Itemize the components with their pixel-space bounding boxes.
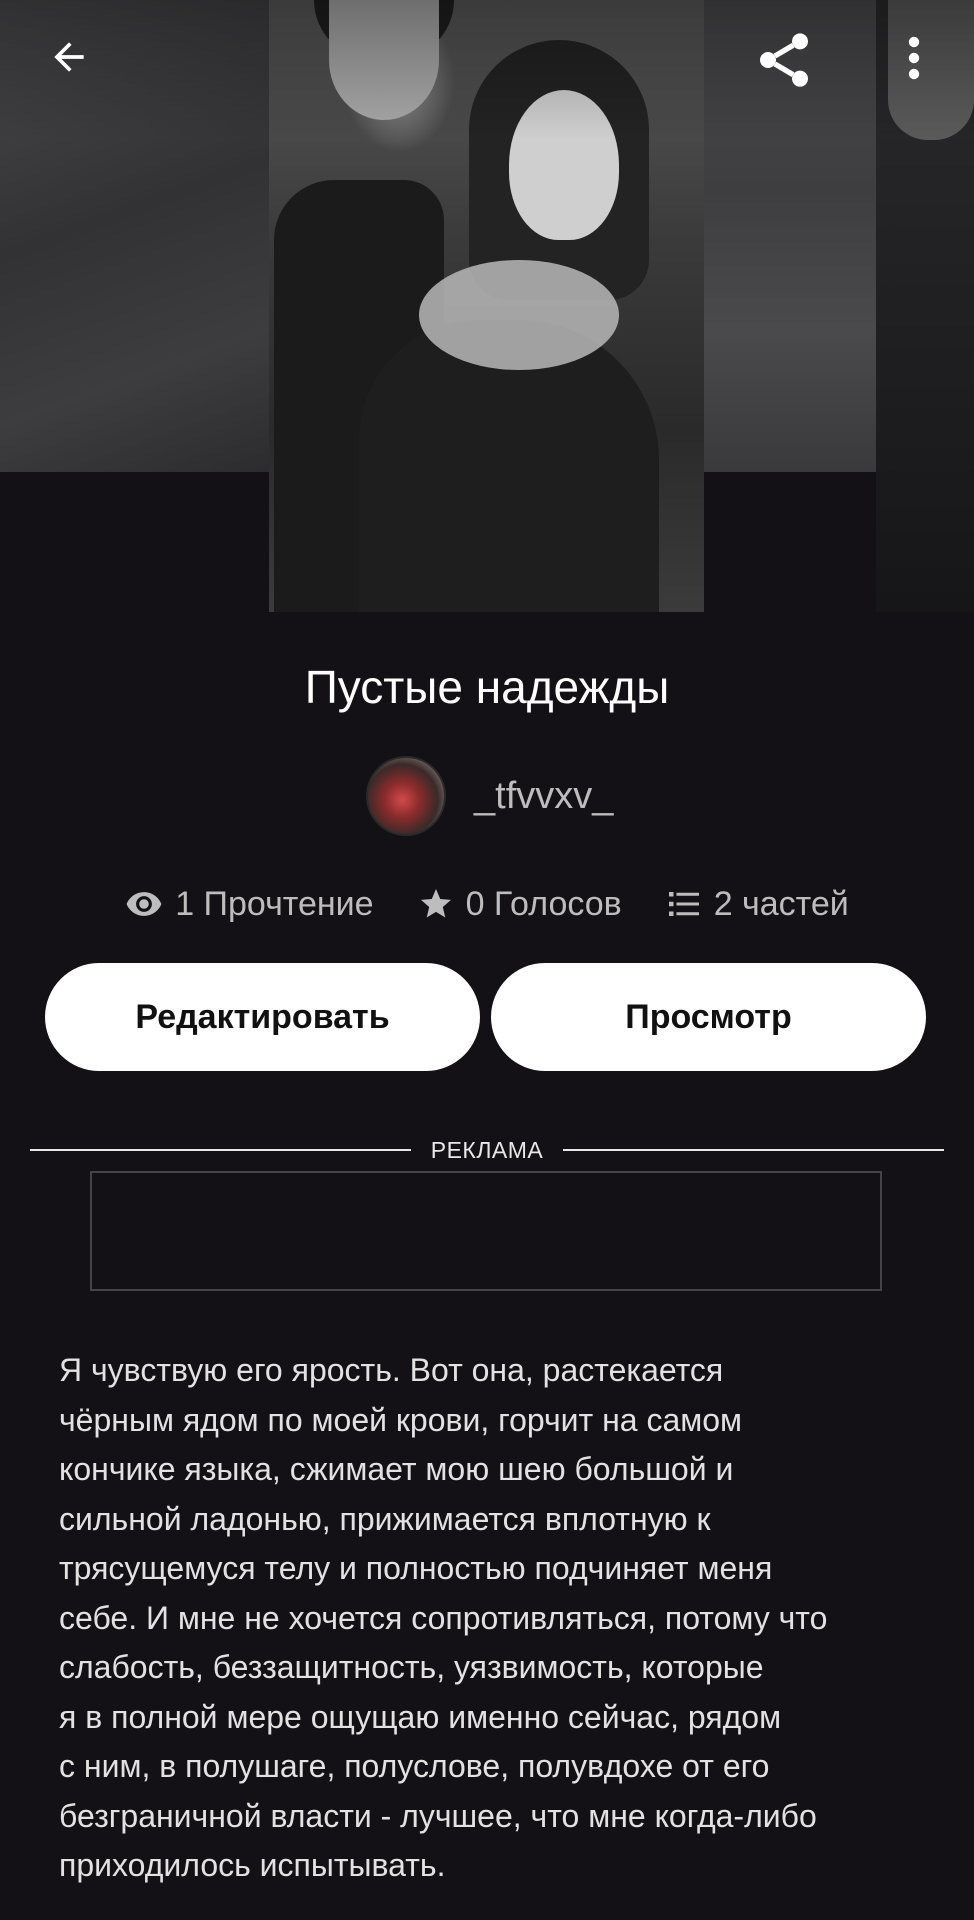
star-icon [420,889,451,918]
votes-stat: 0 Голосов [418,885,622,924]
more-vertical-icon [908,36,920,80]
reads-stat: 1 Прочтение [125,884,374,924]
ad-slot[interactable] [90,1171,882,1291]
story-stats: 1 Прочтение 0 Голосов 2 частей [0,878,974,930]
more-options-button[interactable] [888,28,940,88]
author-link[interactable]: _tfvvxv_ [366,756,613,836]
divider-line [563,1149,945,1151]
parts-count: 2 частей [713,884,849,923]
list-icon [668,892,699,916]
parts-stat: 2 частей [666,885,849,924]
back-button[interactable] [36,24,102,90]
divider-line [30,1149,411,1151]
preview-button[interactable]: Просмотр [491,963,926,1071]
reads-count: 1 Прочтение [175,884,374,923]
author-name[interactable]: _tfvvxv_ [474,775,613,818]
cover-carousel[interactable] [0,0,974,612]
story-title: Пустые надежды [304,661,670,713]
ad-label: РЕКЛАМА [430,1136,544,1163]
avatar[interactable] [366,756,446,836]
share-icon [760,33,808,87]
edit-button[interactable]: Редактировать [45,963,480,1071]
votes-count: 0 Голосов [465,884,622,923]
eye-icon [126,892,162,916]
share-button[interactable] [746,22,822,98]
ad-divider: РЕКЛАМА [30,1130,945,1170]
arrow-left-icon [54,42,84,72]
story-description: Я чувствую его ярость. Вот она, растекае… [59,1352,828,1883]
